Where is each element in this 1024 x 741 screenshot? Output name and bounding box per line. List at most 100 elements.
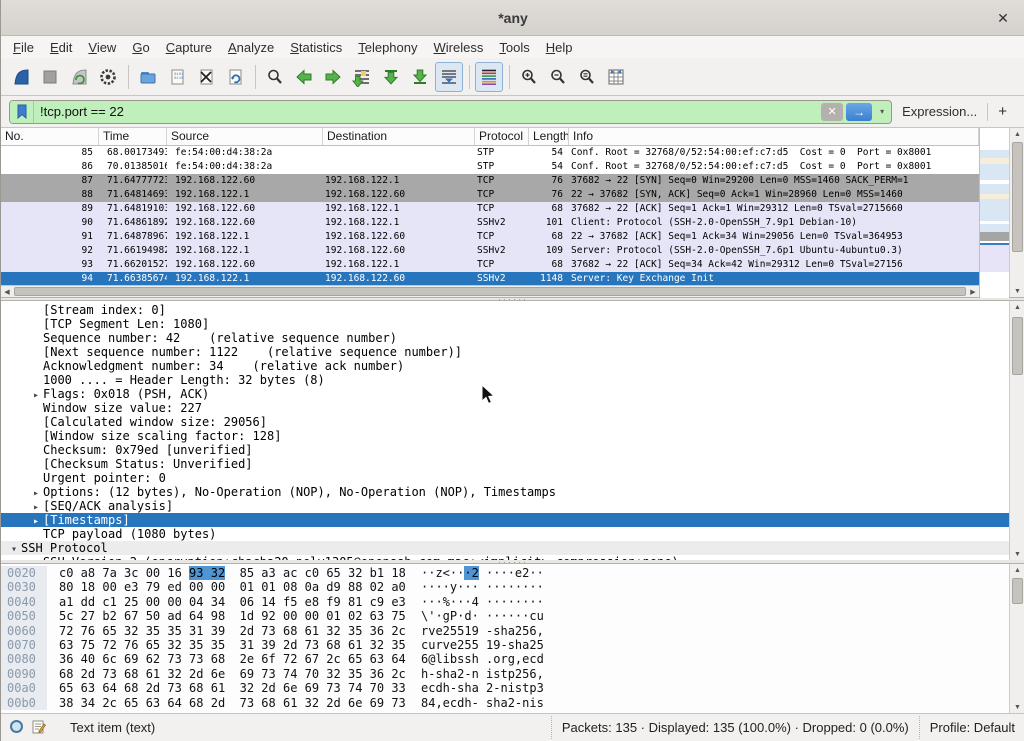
go-last-icon[interactable] [406, 62, 434, 92]
zoom-in-icon[interactable] [515, 62, 543, 92]
packet-row-86[interactable]: 8670.013850163fe:54:00:d4:38:2aSTP54Conf… [1, 160, 979, 174]
column-header-source[interactable]: Source [167, 128, 323, 145]
detail-line[interactable]: TCP payload (1080 bytes) [1, 527, 1009, 541]
menu-statistics[interactable]: Statistics [282, 38, 350, 57]
scroll-down-icon[interactable]: ▼ [1010, 701, 1024, 713]
scroll-up-icon[interactable]: ▲ [1010, 564, 1024, 576]
column-header-time[interactable]: Time [99, 128, 167, 145]
display-filter-input[interactable] [34, 101, 821, 123]
capture-options-icon[interactable] [94, 62, 122, 92]
collapsed-arrow-icon[interactable]: ▸ [29, 487, 43, 499]
scroll-down-icon[interactable]: ▼ [1010, 285, 1024, 297]
expanded-arrow-icon[interactable]: ▾ [7, 543, 21, 555]
menu-capture[interactable]: Capture [158, 38, 220, 57]
detail-line[interactable]: [Window size scaling factor: 128] [1, 429, 1009, 443]
scroll-up-icon[interactable]: ▲ [1010, 301, 1024, 313]
packet-row-94[interactable]: 9471.663856741192.168.122.1192.168.122.6… [1, 272, 979, 285]
display-filter-field[interactable]: ✕ → ▾ [9, 100, 892, 124]
collapsed-arrow-icon[interactable]: ▸ [29, 501, 43, 513]
add-filter-button[interactable]: + [988, 103, 1017, 120]
apply-filter-icon[interactable]: → [846, 103, 872, 121]
detail-line[interactable]: ▾SSH Protocol [1, 541, 1009, 555]
hex-row-0090[interactable]: 009068 2d 73 68 61 32 2d 6e 69 73 74 70 … [1, 667, 1009, 681]
auto-scroll-icon[interactable] [435, 62, 463, 92]
scroll-left-icon[interactable]: ◀ [1, 286, 13, 297]
hex-row-0080[interactable]: 008036 40 6c 69 62 73 73 68 2e 6f 72 67 … [1, 652, 1009, 666]
menu-telephony[interactable]: Telephony [350, 38, 425, 57]
intelligent-scrollbar-minimap[interactable] [979, 128, 1009, 297]
packet-row-92[interactable]: 9271.661949820192.168.122.1192.168.122.6… [1, 244, 979, 258]
vscrollbar-thumb[interactable] [1012, 578, 1023, 604]
menu-view[interactable]: View [80, 38, 124, 57]
detail-line[interactable]: ▸Options: (12 bytes), No-Operation (NOP)… [1, 485, 1009, 499]
detail-line[interactable]: 1000 .... = Header Length: 32 bytes (8) [1, 373, 1009, 387]
detail-line[interactable]: ▸[Timestamps] [1, 513, 1009, 527]
detail-line[interactable]: Urgent pointer: 0 [1, 471, 1009, 485]
zoom-out-icon[interactable] [544, 62, 572, 92]
go-first-icon[interactable] [377, 62, 405, 92]
packet-row-90[interactable]: 9071.648618924192.168.122.60192.168.122.… [1, 216, 979, 230]
restart-capture-icon[interactable] [65, 62, 93, 92]
packet-row-88[interactable]: 8871.648146932192.168.122.1192.168.122.6… [1, 188, 979, 202]
column-header-no[interactable]: No. [1, 128, 99, 145]
bookmark-icon[interactable] [10, 101, 34, 123]
save-file-icon[interactable]: 01010110 [163, 62, 191, 92]
packet-list-header[interactable]: No.TimeSourceDestinationProtocolLengthIn… [1, 128, 979, 146]
packet-row-89[interactable]: 8971.648191037192.168.122.60192.168.122.… [1, 202, 979, 216]
menu-edit[interactable]: Edit [42, 38, 80, 57]
bytes-vscrollbar[interactable]: ▲ ▼ [1009, 564, 1024, 713]
menu-wireless[interactable]: Wireless [426, 38, 492, 57]
collapsed-arrow-icon[interactable]: ▸ [29, 515, 43, 527]
hex-row-00b0[interactable]: 00b038 34 2c 65 63 64 68 2d 73 68 61 32 … [1, 696, 1009, 710]
details-vscrollbar[interactable]: ▲ ▼ [1009, 301, 1024, 560]
close-file-icon[interactable] [192, 62, 220, 92]
open-file-icon[interactable] [134, 62, 162, 92]
menu-help[interactable]: Help [538, 38, 581, 57]
hex-row-0030[interactable]: 003080 18 00 e3 79 ed 00 00 01 01 08 0a … [1, 580, 1009, 594]
detail-line[interactable]: [Calculated window size: 29056] [1, 415, 1009, 429]
detail-line[interactable]: [TCP Segment Len: 1080] [1, 317, 1009, 331]
hex-row-0060[interactable]: 006072 76 65 32 35 35 31 39 2d 73 68 61 … [1, 624, 1009, 638]
menu-file[interactable]: File [5, 38, 42, 57]
detail-line[interactable]: [Next sequence number: 1122 (relative se… [1, 345, 1009, 359]
close-icon[interactable]: ✕ [993, 8, 1013, 28]
detail-line[interactable]: Acknowledgment number: 34 (relative ack … [1, 359, 1009, 373]
reload-file-icon[interactable] [221, 62, 249, 92]
vscrollbar-thumb[interactable] [1012, 142, 1023, 252]
resize-columns-icon[interactable] [602, 62, 630, 92]
detail-line[interactable]: [Stream index: 0] [1, 303, 1009, 317]
collapsed-arrow-icon[interactable]: ▸ [29, 389, 43, 401]
stop-capture-icon[interactable] [36, 62, 64, 92]
expression-button[interactable]: Expression... [892, 104, 987, 119]
colorize-icon[interactable] [475, 62, 503, 92]
packet-list-vscrollbar[interactable]: ▲ ▼ [1009, 128, 1024, 297]
scroll-up-icon[interactable]: ▲ [1010, 128, 1024, 140]
packet-list-hscrollbar[interactable]: ◀ ▶ [1, 285, 979, 297]
scroll-right-icon[interactable]: ▶ [967, 286, 979, 297]
detail-line[interactable]: Sequence number: 42 (relative sequence n… [1, 331, 1009, 345]
expert-info-icon[interactable] [9, 719, 24, 737]
start-capture-icon[interactable] [7, 62, 35, 92]
column-header-destination[interactable]: Destination [323, 128, 475, 145]
go-forward-icon[interactable] [319, 62, 347, 92]
vscrollbar-thumb[interactable] [1012, 317, 1023, 375]
go-back-icon[interactable] [290, 62, 318, 92]
hscrollbar-thumb[interactable] [14, 287, 966, 296]
go-to-packet-icon[interactable] [348, 62, 376, 92]
scroll-down-icon[interactable]: ▼ [1010, 548, 1024, 560]
detail-line[interactable]: Checksum: 0x79ed [unverified] [1, 443, 1009, 457]
packet-row-87[interactable]: 8771.647777234192.168.122.60192.168.122.… [1, 174, 979, 188]
packet-row-85[interactable]: 8568.001734936fe:54:00:d4:38:2aSTP54Conf… [1, 146, 979, 160]
hex-row-0040[interactable]: 0040a1 dd c1 25 00 00 04 34 06 14 f5 e8 … [1, 595, 1009, 609]
detail-line[interactable]: [Checksum Status: Unverified] [1, 457, 1009, 471]
column-header-protocol[interactable]: Protocol [475, 128, 529, 145]
hex-row-00a0[interactable]: 00a065 63 64 68 2d 73 68 61 32 2d 6e 69 … [1, 681, 1009, 695]
filter-dropdown-icon[interactable]: ▾ [875, 103, 889, 121]
detail-line[interactable]: Window size value: 227 [1, 401, 1009, 415]
detail-line[interactable]: ▸Flags: 0x018 (PSH, ACK) [1, 387, 1009, 401]
clear-filter-icon[interactable]: ✕ [821, 103, 843, 121]
detail-line[interactable]: ▸[SEQ/ACK analysis] [1, 499, 1009, 513]
hex-row-0020[interactable]: 0020c0 a8 7a 3c 00 16 93 32 85 a3 ac c0 … [1, 566, 1009, 580]
menu-tools[interactable]: Tools [491, 38, 537, 57]
hex-row-0070[interactable]: 007063 75 72 76 65 32 35 35 31 39 2d 73 … [1, 638, 1009, 652]
